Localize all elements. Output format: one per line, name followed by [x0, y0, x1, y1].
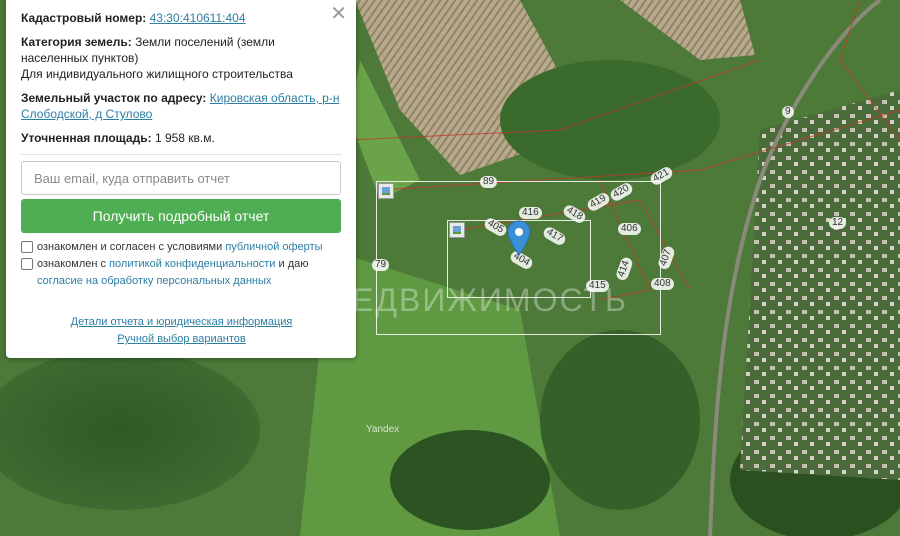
report-details-link[interactable]: Детали отчета и юридическая информация — [71, 316, 293, 328]
consent-privacy-text: ознакомлен с — [37, 258, 107, 270]
broken-image-icon — [378, 183, 394, 199]
area-value: 1 958 кв.м. — [154, 131, 215, 145]
consent-privacy-checkbox[interactable] — [21, 258, 33, 270]
privacy-policy-link[interactable]: политикой конфиденциальности — [109, 258, 275, 270]
personal-data-consent-link[interactable]: согласие на обработку персональных данны… — [37, 275, 271, 287]
plot-label[interactable]: 406 — [618, 223, 641, 235]
get-report-button[interactable]: Получить подробный отчет — [21, 199, 341, 233]
map-provider-label: Yandex — [366, 424, 400, 435]
watermark: ЕДВИЖИМОСТЬ — [352, 282, 629, 318]
consent-offer-checkbox[interactable] — [21, 241, 33, 253]
public-offer-link[interactable]: публичной оферты — [225, 241, 322, 253]
broken-image-icon — [449, 222, 465, 238]
usage-value: Для индивидуального жилищного строительс… — [21, 67, 293, 81]
cadastral-number-link[interactable]: 43:30:410611:404 — [150, 11, 246, 25]
area-row: Уточненная площадь: 1 958 кв.м. — [21, 130, 342, 146]
manual-selection-link[interactable]: Ручной выбор вариантов — [117, 333, 245, 345]
plot-label[interactable]: 79 — [372, 259, 390, 271]
map-pin-icon[interactable] — [507, 220, 531, 261]
area-label: Уточненная площадь: — [21, 131, 152, 145]
close-icon[interactable]: ✕ — [330, 4, 347, 24]
plot-label[interactable]: 89 — [480, 176, 498, 188]
plot-label[interactable]: 408 — [651, 278, 674, 290]
consent-privacy-row: ознакомлен с политикой конфиденциальност… — [21, 256, 342, 290]
address-row: Земельный участок по адресу: Кировская о… — [21, 90, 342, 122]
category-label: Категория земель: — [21, 35, 132, 49]
email-field[interactable] — [21, 161, 341, 195]
plot-label[interactable]: 416 — [519, 207, 542, 219]
cadastral-label: Кадастровый номер: — [21, 11, 147, 25]
bottom-links: Детали отчета и юридическая информация Р… — [21, 314, 342, 348]
plot-label[interactable]: 12 — [829, 217, 847, 229]
divider — [21, 154, 342, 155]
cadastral-row: Кадастровый номер: 43:30:410611:404 — [21, 10, 342, 26]
consent-privacy-mid: и даю — [278, 258, 309, 270]
plot-label[interactable]: 9 — [782, 106, 794, 118]
address-label: Земельный участок по адресу: — [21, 91, 207, 105]
category-row: Категория земель: Земли поселений (земли… — [21, 34, 342, 82]
consent-offer-row: ознакомлен и согласен с условиями публич… — [21, 239, 342, 256]
consent-offer-text: ознакомлен и согласен с условиями — [37, 241, 223, 253]
info-panel: ✕ Кадастровый номер: 43:30:410611:404 Ка… — [6, 0, 356, 358]
